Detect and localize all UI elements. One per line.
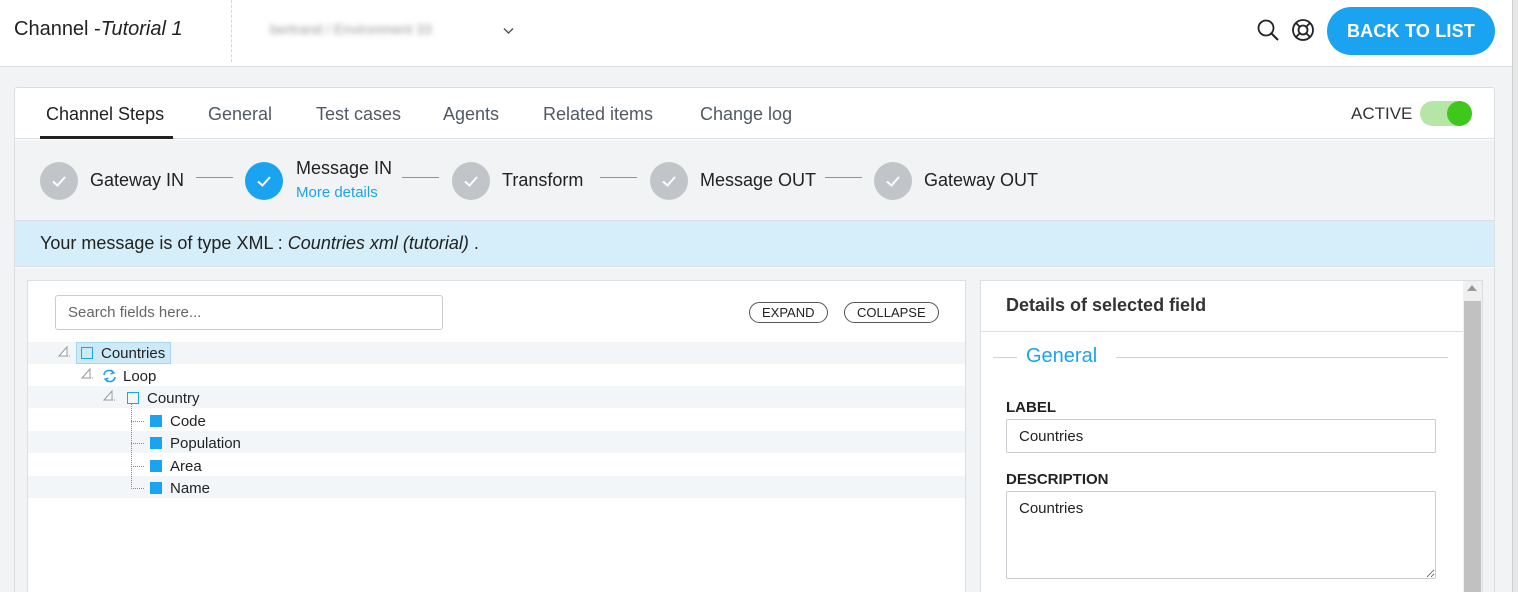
tab-change-log[interactable]: Change log [700, 104, 792, 125]
tab-channel-steps[interactable]: Channel Steps [46, 104, 164, 125]
step-gateway-in-check-icon[interactable] [40, 162, 78, 200]
tree-connector [131, 466, 144, 467]
field-icon [150, 460, 162, 472]
channel-steps-bar: Gateway IN Message IN More details Trans… [15, 140, 1494, 221]
lifebuoy-icon[interactable] [1290, 17, 1316, 43]
step-message-in-check-icon[interactable] [245, 162, 283, 200]
window-scrollbar[interactable] [1512, 0, 1518, 592]
top-header: Channel -Tutorial 1 bertrand / Environme… [0, 0, 1512, 67]
step-connector [600, 177, 637, 178]
tree-node-code[interactable]: Code [150, 410, 206, 432]
tab-bar: Channel Steps General Test cases Agents … [15, 88, 1494, 139]
message-type-prefix: Your message is of type XML : [40, 233, 288, 253]
tree-collapse-toggle-icon[interactable] [56, 344, 70, 358]
field-details-panel: Details of selected field General LABEL … [980, 280, 1483, 592]
section-divider [1116, 357, 1448, 358]
expand-button[interactable]: EXPAND [749, 302, 828, 323]
active-label: ACTIVE [1351, 104, 1413, 123]
step-connector [402, 177, 439, 178]
tree-connector [131, 488, 144, 489]
step-gateway-out[interactable]: Gateway OUT [924, 170, 1038, 191]
label-field-input[interactable] [1006, 419, 1436, 453]
environment-selector[interactable]: bertrand / Environment 33 [270, 21, 432, 37]
message-type-suffix: . [468, 233, 479, 253]
tree-node-loop[interactable]: Loop [102, 365, 156, 387]
tree-node-area[interactable]: Area [150, 455, 202, 477]
step-message-out[interactable]: Message OUT [700, 170, 816, 191]
tree-node-label: Loop [123, 367, 157, 385]
content-area: EXPAND COLLAPSE Countries [15, 268, 1494, 592]
field-icon [150, 437, 162, 449]
step-connector [196, 177, 233, 178]
step-gateway-in[interactable]: Gateway IN [90, 170, 184, 191]
active-tab-indicator [40, 136, 173, 139]
tree-node-label: Area [170, 457, 202, 475]
tree-connector [131, 421, 144, 422]
loop-icon [102, 369, 117, 383]
element-icon [127, 392, 139, 404]
tab-general[interactable]: General [208, 104, 272, 125]
scrollbar-thumb[interactable] [1464, 301, 1481, 592]
details-title: Details of selected field [981, 281, 1463, 332]
step-gateway-out-check-icon[interactable] [874, 162, 912, 200]
tree-node-country[interactable]: Country [127, 387, 200, 409]
title-prefix: Channel - [14, 18, 101, 40]
tree-collapse-toggle-icon[interactable] [79, 366, 93, 380]
tree-node-name[interactable]: Name [150, 477, 210, 499]
step-message-out-check-icon[interactable] [650, 162, 688, 200]
tab-test-cases[interactable]: Test cases [316, 104, 401, 125]
field-tree-panel: EXPAND COLLAPSE Countries [27, 280, 966, 592]
tree-node-label: Code [170, 412, 206, 430]
search-fields-input[interactable] [55, 295, 443, 330]
title-channel-name: Tutorial 1 [100, 18, 183, 40]
tree-node-countries[interactable]: Countries [76, 342, 172, 364]
search-icon[interactable] [1255, 17, 1281, 43]
tree-node-label: Population [170, 434, 241, 452]
tree-node-label: Country [147, 389, 200, 407]
header-divider [231, 0, 232, 62]
message-type-banner: Your message is of type XML : Countries … [15, 221, 1494, 267]
message-type-name: Countries xml (tutorial) [287, 233, 469, 253]
step-transform-check-icon[interactable] [452, 162, 490, 200]
chevron-down-icon[interactable] [503, 24, 514, 38]
section-general-title: General [1026, 345, 1112, 368]
collapse-button[interactable]: COLLAPSE [844, 302, 939, 323]
description-field-textarea[interactable]: Countries [1006, 491, 1436, 579]
step-transform[interactable]: Transform [502, 170, 583, 191]
tab-related-items[interactable]: Related items [543, 104, 653, 125]
channel-card: Channel Steps General Test cases Agents … [14, 87, 1495, 592]
label-field-caption: LABEL [1006, 399, 1056, 416]
step-connector [825, 177, 862, 178]
field-icon [150, 482, 162, 494]
element-icon [81, 347, 93, 359]
page-title: Channel -Tutorial 1 [14, 18, 183, 41]
tab-agents[interactable]: Agents [443, 104, 499, 125]
back-to-list-button[interactable]: BACK TO LIST [1327, 7, 1495, 55]
details-scrollbar[interactable] [1463, 281, 1482, 592]
field-icon [150, 415, 162, 427]
tree-connector [131, 404, 132, 489]
tree-collapse-toggle-icon[interactable] [101, 388, 115, 402]
tree-node-label: Name [170, 479, 211, 497]
section-divider [993, 357, 1017, 358]
tree-row [28, 364, 965, 386]
tree-node-population[interactable]: Population [150, 432, 241, 454]
description-field-caption: DESCRIPTION [1006, 471, 1109, 488]
more-details-link[interactable]: More details [296, 184, 378, 201]
tree-node-label: Countries [101, 344, 166, 362]
tree-connector [131, 443, 144, 444]
scroll-up-arrow-icon[interactable] [1467, 285, 1477, 291]
active-toggle[interactable] [1420, 101, 1472, 126]
toggle-knob [1447, 101, 1472, 126]
step-message-in[interactable]: Message IN [296, 158, 392, 179]
